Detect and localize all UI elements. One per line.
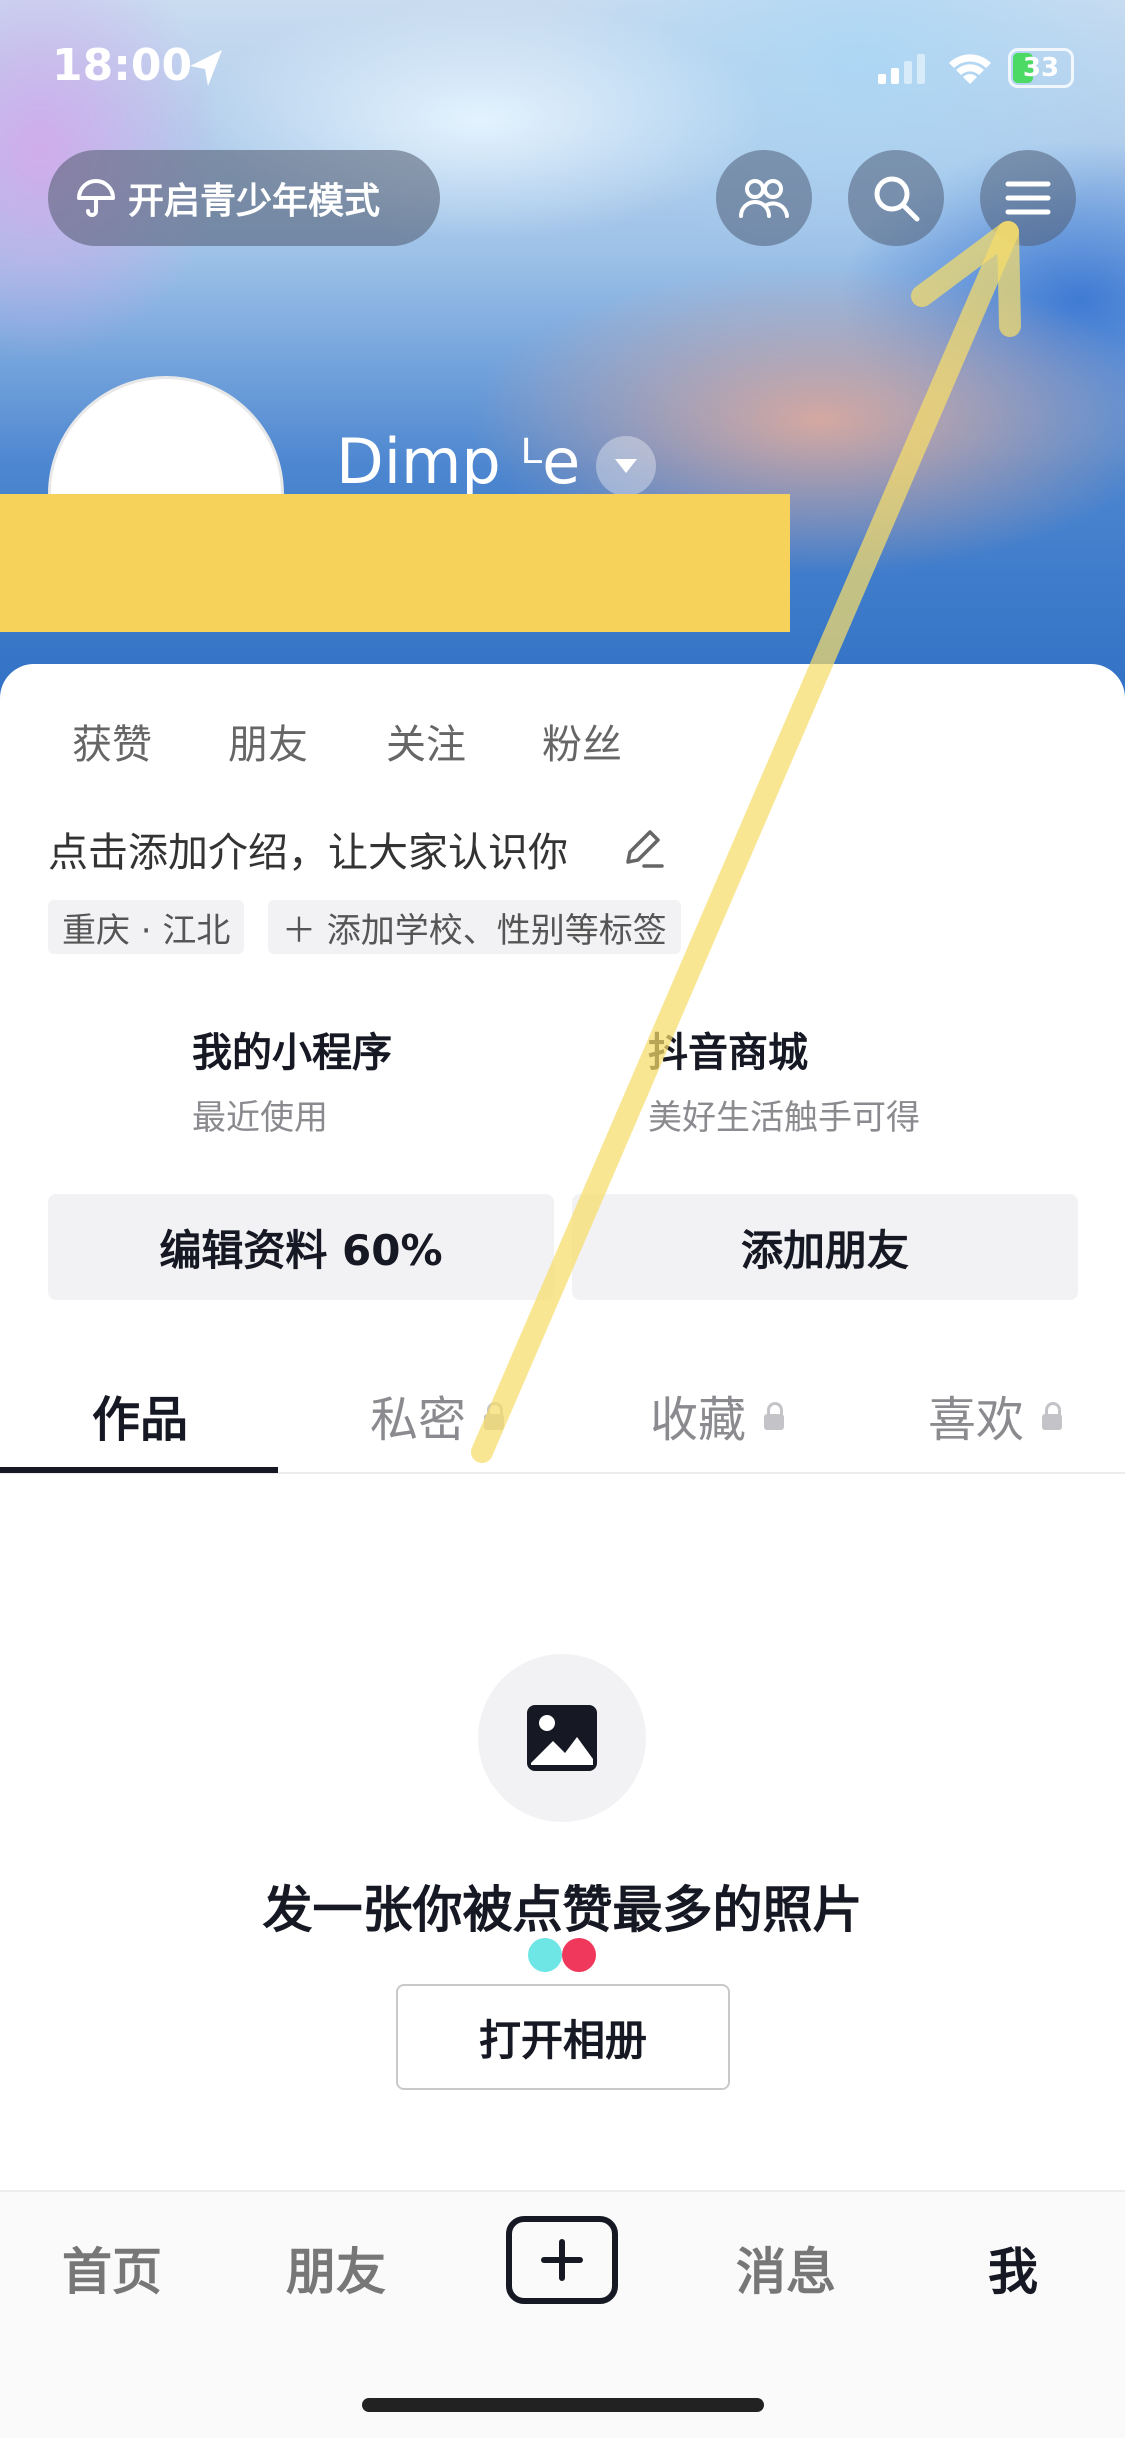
plus-icon — [541, 2239, 583, 2281]
create-post-button[interactable] — [506, 2216, 618, 2304]
nav-messages[interactable]: 消息 — [736, 2232, 836, 2304]
nav-friends[interactable]: 朋友 — [286, 2232, 386, 2304]
nav-me[interactable]: 我 — [988, 2232, 1038, 2304]
nav-home[interactable]: 首页 — [62, 2232, 162, 2304]
annotation-arrow — [471, 221, 1021, 1463]
home-indicator[interactable] — [362, 2398, 764, 2412]
